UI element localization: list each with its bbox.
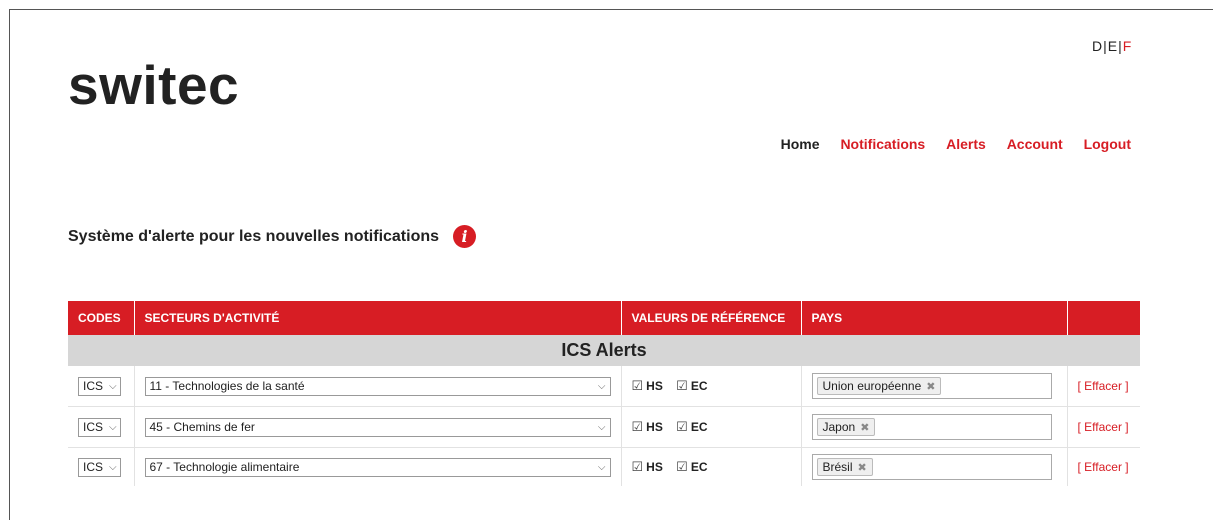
chevron-down-icon: ⌵ [109,461,117,473]
hs-checkbox[interactable]: ☑ HS [631,459,663,474]
nav-home[interactable]: Home [781,136,820,152]
table-row: ICS ⌵ 11 - Technologies de la santé ⌵ ☑ HS … [68,366,1140,407]
group-row: ICS Alerts [68,335,1140,366]
country-input[interactable]: Union européenne ✖ [811,373,1052,399]
hs-label: HS [646,460,663,474]
clear-link[interactable]: [ Effacer ] [1078,460,1129,474]
checkbox-checked-icon: ☑ [676,419,688,434]
chevron-down-icon: ⌵ [597,421,606,433]
sector-select[interactable]: 11 - Technologies de la santé ⌵ [144,376,611,396]
country-input[interactable]: Japon ✖ [811,414,1052,440]
sector-value: 11 - Technologies de la santé [149,379,305,393]
country-tag-label: Brésil [822,460,853,474]
hs-checkbox[interactable]: ☑ HS [631,419,663,434]
country-tag-label: Japon [822,420,856,434]
clear-link[interactable]: [ Effacer ] [1078,379,1129,393]
nav-account[interactable]: Account [1007,136,1063,152]
lang-separator: | [1103,38,1107,54]
code-select[interactable]: ICS ⌵ [78,417,121,437]
country-tag: Union européenne ✖ [816,377,942,395]
ec-checkbox[interactable]: ☑ EC [676,419,708,434]
ec-label: EC [690,379,708,393]
clear-link[interactable]: [ Effacer ] [1078,420,1129,434]
code-value: ICS [83,460,104,474]
page-title-wrap: Système d'alerte pour les nouvelles noti… [68,225,477,248]
chevron-down-icon: ⌵ [109,380,117,392]
nav-alerts[interactable]: Alerts [946,136,986,152]
remove-tag-icon[interactable]: ✖ [860,421,869,434]
nav-logout[interactable]: Logout [1084,136,1131,152]
lang-en[interactable]: E [1108,38,1117,54]
remove-tag-icon[interactable]: ✖ [926,380,935,393]
header-codes: CODES [68,301,135,335]
checkbox-checked-icon: ☑ [631,378,644,393]
header-actions [1067,301,1140,335]
logo: switec [68,54,240,116]
chevron-down-icon: ⌵ [109,421,117,433]
code-select[interactable]: ICS ⌵ [78,457,121,477]
lang-separator: | [1118,38,1122,54]
lang-fr[interactable]: F [1123,38,1132,54]
remove-tag-icon[interactable]: ✖ [858,461,867,474]
ec-label: EC [690,420,708,434]
group-label: ICS Alerts [68,335,1140,366]
code-value: ICS [83,420,104,434]
header-countries: PAYS [801,301,1068,335]
page-title: Système d'alerte pour les nouvelles noti… [68,227,440,245]
table-header-row: CODES SECTEURS D'ACTIVITÉ VALEURS DE RÉF… [68,301,1140,335]
sector-select[interactable]: 67 - Technologie alimentaire ⌵ [144,457,611,477]
header-reference-values: VALEURS DE RÉFÉRENCE [621,301,802,335]
ec-checkbox[interactable]: ☑ EC [676,378,708,393]
code-value: ICS [83,379,104,393]
ec-checkbox[interactable]: ☑ EC [676,459,708,474]
checkbox-checked-icon: ☑ [676,378,688,393]
country-input[interactable]: Brésil ✖ [811,454,1052,480]
ec-label: EC [690,460,708,474]
table-row: ICS ⌵ 67 - Technologie alimentaire ⌵ ☑ HS ☑… [68,447,1140,486]
country-tag-label: Union européenne [822,379,922,393]
sector-select[interactable]: 45 - Chemins de fer ⌵ [144,417,611,437]
hs-checkbox[interactable]: ☑ HS [631,378,663,393]
checkbox-checked-icon: ☑ [631,459,644,474]
sector-value: 45 - Chemins de fer [149,420,255,434]
code-select[interactable]: ICS ⌵ [78,376,121,396]
chevron-down-icon: ⌵ [597,380,606,392]
sector-value: 67 - Technologie alimentaire [149,460,300,474]
nav-notifications[interactable]: Notifications [840,136,925,152]
language-switcher: D|E|F [1092,38,1131,54]
hs-label: HS [646,420,663,434]
lang-de[interactable]: D [1092,38,1102,54]
alerts-table: CODES SECTEURS D'ACTIVITÉ VALEURS DE RÉF… [68,301,1140,486]
hs-label: HS [646,379,663,393]
table-row: ICS ⌵ 45 - Chemins de fer ⌵ ☑ HS ☑ EC Japon ✖… [68,406,1140,448]
country-tag: Japon ✖ [816,418,876,436]
checkbox-checked-icon: ☑ [631,419,644,434]
chevron-down-icon: ⌵ [597,461,606,473]
checkbox-checked-icon: ☑ [676,459,688,474]
header-sectors: SECTEURS D'ACTIVITÉ [134,301,622,335]
info-icon[interactable]: i [453,225,477,248]
country-tag: Brésil ✖ [816,458,873,476]
main-nav: Home Notifications Alerts Account Logout [764,136,1131,152]
